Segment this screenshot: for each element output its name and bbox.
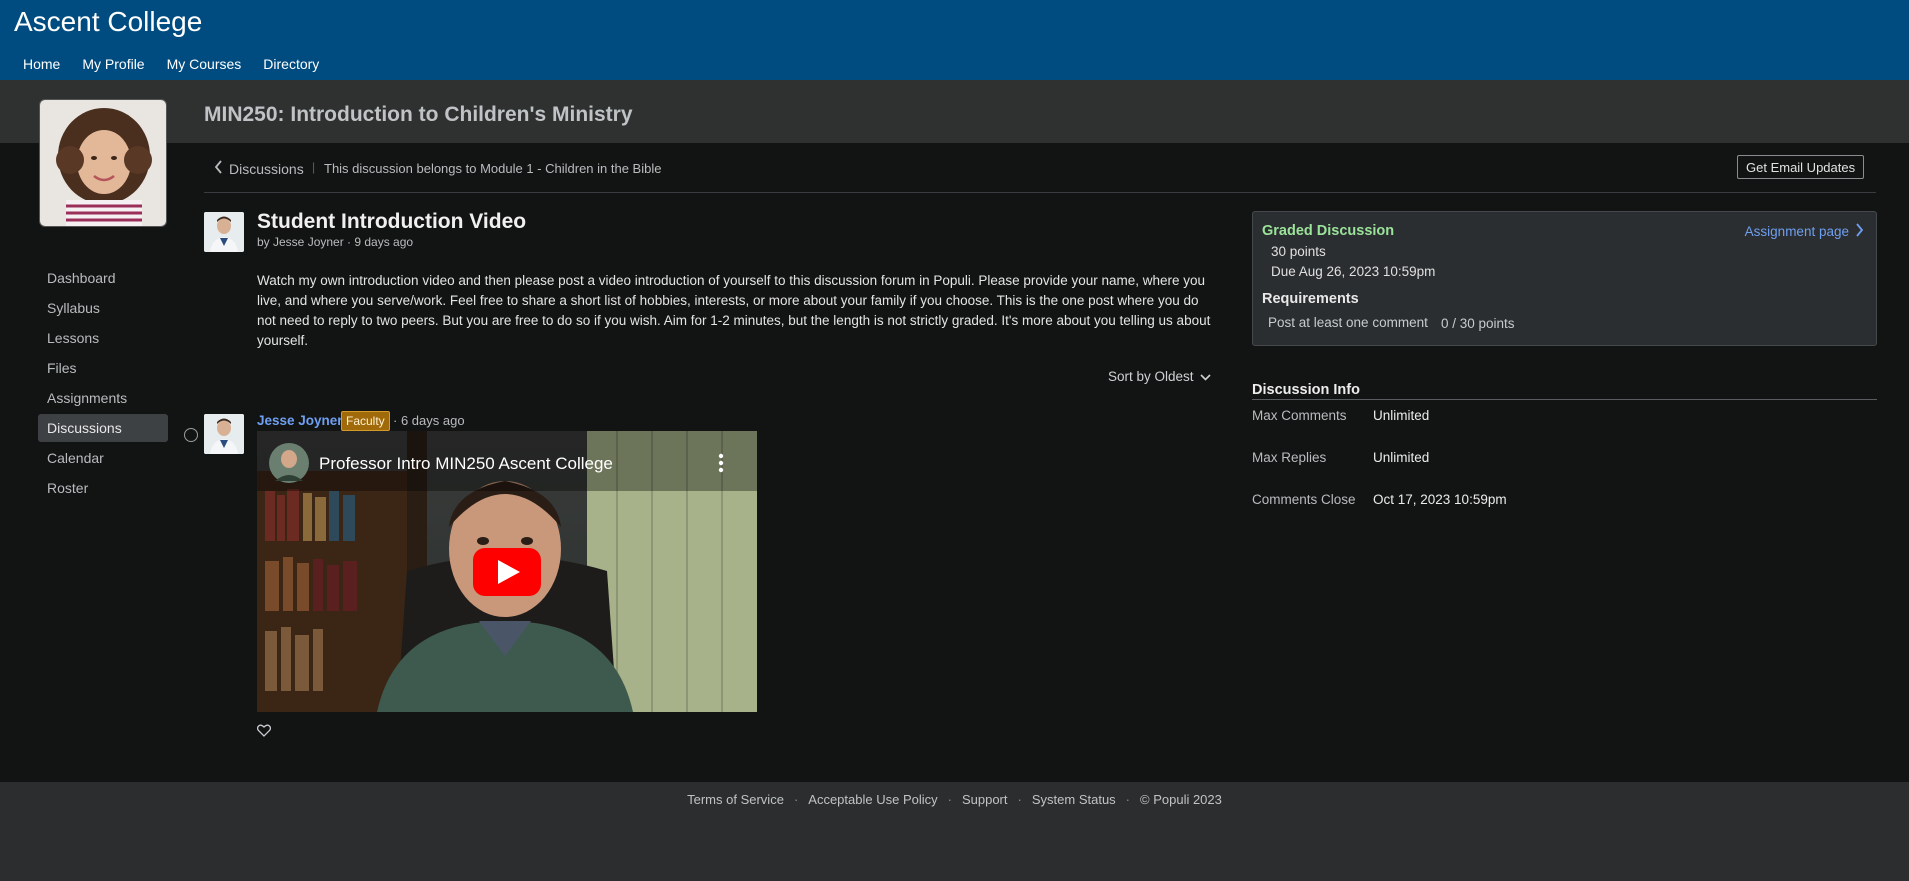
top-header: Ascent College Home My Profile My Course… bbox=[0, 0, 1909, 80]
comment-author-avatar[interactable] bbox=[204, 414, 244, 454]
nav-home[interactable]: Home bbox=[23, 56, 60, 72]
sidebar-item-lessons[interactable]: Lessons bbox=[38, 324, 168, 352]
comment-time: · 6 days ago bbox=[393, 413, 465, 428]
discussion-title: Student Introduction Video bbox=[257, 210, 527, 233]
sidebar-item-dashboard[interactable]: Dashboard bbox=[38, 264, 168, 292]
info-value-comments-close: Oct 17, 2023 10:59pm bbox=[1373, 492, 1507, 507]
footer-copyright: © Populi 2023 bbox=[1140, 792, 1222, 807]
module-note: This discussion belongs to Module 1 - Ch… bbox=[324, 161, 662, 176]
discussion-info-title: Discussion Info bbox=[1252, 382, 1877, 400]
nav-my-profile[interactable]: My Profile bbox=[82, 56, 144, 72]
comment-select-radio[interactable] bbox=[184, 428, 198, 442]
footer-link-support[interactable]: Support bbox=[962, 792, 1008, 807]
info-label-max-replies: Max Replies bbox=[1252, 450, 1327, 465]
discussion-meta: by Jesse Joyner · 9 days ago bbox=[257, 235, 414, 249]
requirement-item: Post at least one comment bbox=[1268, 315, 1428, 330]
footer-links: Terms of Service · Acceptable Use Policy… bbox=[0, 792, 1909, 807]
chevron-left-icon bbox=[214, 160, 223, 177]
requirements-title: Requirements bbox=[1262, 291, 1359, 307]
footer-link-aup[interactable]: Acceptable Use Policy bbox=[808, 792, 937, 807]
video-embed[interactable]: Professor Intro MIN250 Ascent College bbox=[257, 431, 757, 712]
graded-points: 30 points bbox=[1271, 244, 1326, 259]
chevron-right-icon bbox=[1855, 223, 1864, 240]
sort-dropdown[interactable]: Sort by Oldest bbox=[1108, 369, 1211, 384]
course-title: MIN250: Introduction to Children's Minis… bbox=[204, 103, 633, 126]
footer-separator: · bbox=[1017, 792, 1022, 807]
graded-title: Graded Discussion bbox=[1262, 223, 1395, 239]
top-nav: Home My Profile My Courses Directory bbox=[23, 56, 319, 72]
more-vertical-icon bbox=[718, 453, 724, 473]
sidebar-item-calendar[interactable]: Calendar bbox=[38, 444, 168, 472]
info-value-max-comments: Unlimited bbox=[1373, 408, 1430, 423]
video-thumbnail: Professor Intro MIN250 Ascent College bbox=[257, 431, 757, 712]
nav-my-courses[interactable]: My Courses bbox=[167, 56, 242, 72]
course-sidebar: Dashboard Syllabus Lessons Files Assignm… bbox=[38, 264, 168, 504]
footer-separator: · bbox=[1125, 792, 1131, 807]
brand-title[interactable]: Ascent College bbox=[14, 6, 202, 38]
sort-label: Sort by Oldest bbox=[1108, 369, 1194, 384]
comment-author-name[interactable]: Jesse Joyner bbox=[257, 413, 343, 428]
requirement-progress: 0 / 30 points bbox=[1441, 316, 1515, 331]
youtube-play-icon bbox=[473, 548, 541, 596]
info-label-max-comments: Max Comments bbox=[1252, 408, 1347, 423]
sidebar-item-assignments[interactable]: Assignments bbox=[38, 384, 168, 412]
video-title: Professor Intro MIN250 Ascent College bbox=[319, 454, 613, 473]
breadcrumb-separator: | bbox=[312, 160, 316, 174]
graded-discussion-panel: Graded Discussion Assignment page 30 poi… bbox=[1252, 211, 1877, 346]
sidebar-item-discussions[interactable]: Discussions bbox=[38, 414, 168, 442]
breadcrumb: Discussions | This discussion belongs to… bbox=[204, 155, 1876, 193]
page-footer: Terms of Service · Acceptable Use Policy… bbox=[0, 782, 1909, 881]
info-value-max-replies: Unlimited bbox=[1373, 450, 1430, 465]
discussion-body: Watch my own introduction video and then… bbox=[257, 273, 1211, 348]
assignment-page-label: Assignment page bbox=[1744, 224, 1849, 239]
sidebar-item-syllabus[interactable]: Syllabus bbox=[38, 294, 168, 322]
footer-separator: · bbox=[947, 792, 952, 807]
breadcrumb-back-label: Discussions bbox=[229, 160, 304, 177]
assignment-page-link[interactable]: Assignment page bbox=[1745, 223, 1864, 240]
nav-directory[interactable]: Directory bbox=[263, 56, 319, 72]
sidebar-item-roster[interactable]: Roster bbox=[38, 474, 168, 502]
footer-separator: · bbox=[793, 792, 799, 807]
like-heart-icon[interactable] bbox=[256, 724, 272, 742]
info-label-comments-close: Comments Close bbox=[1252, 492, 1356, 507]
course-avatar bbox=[39, 99, 167, 227]
breadcrumb-back-link[interactable]: Discussions bbox=[214, 160, 304, 177]
chevron-down-icon bbox=[1199, 369, 1211, 384]
footer-link-system-status[interactable]: System Status bbox=[1032, 792, 1116, 807]
graded-due-date: Due Aug 26, 2023 10:59pm bbox=[1271, 264, 1436, 279]
sidebar-item-files[interactable]: Files bbox=[38, 354, 168, 382]
footer-link-terms[interactable]: Terms of Service bbox=[687, 792, 784, 807]
author-avatar[interactable] bbox=[204, 212, 244, 252]
get-email-updates-button[interactable]: Get Email Updates bbox=[1737, 155, 1865, 179]
faculty-badge: Faculty bbox=[341, 411, 390, 431]
